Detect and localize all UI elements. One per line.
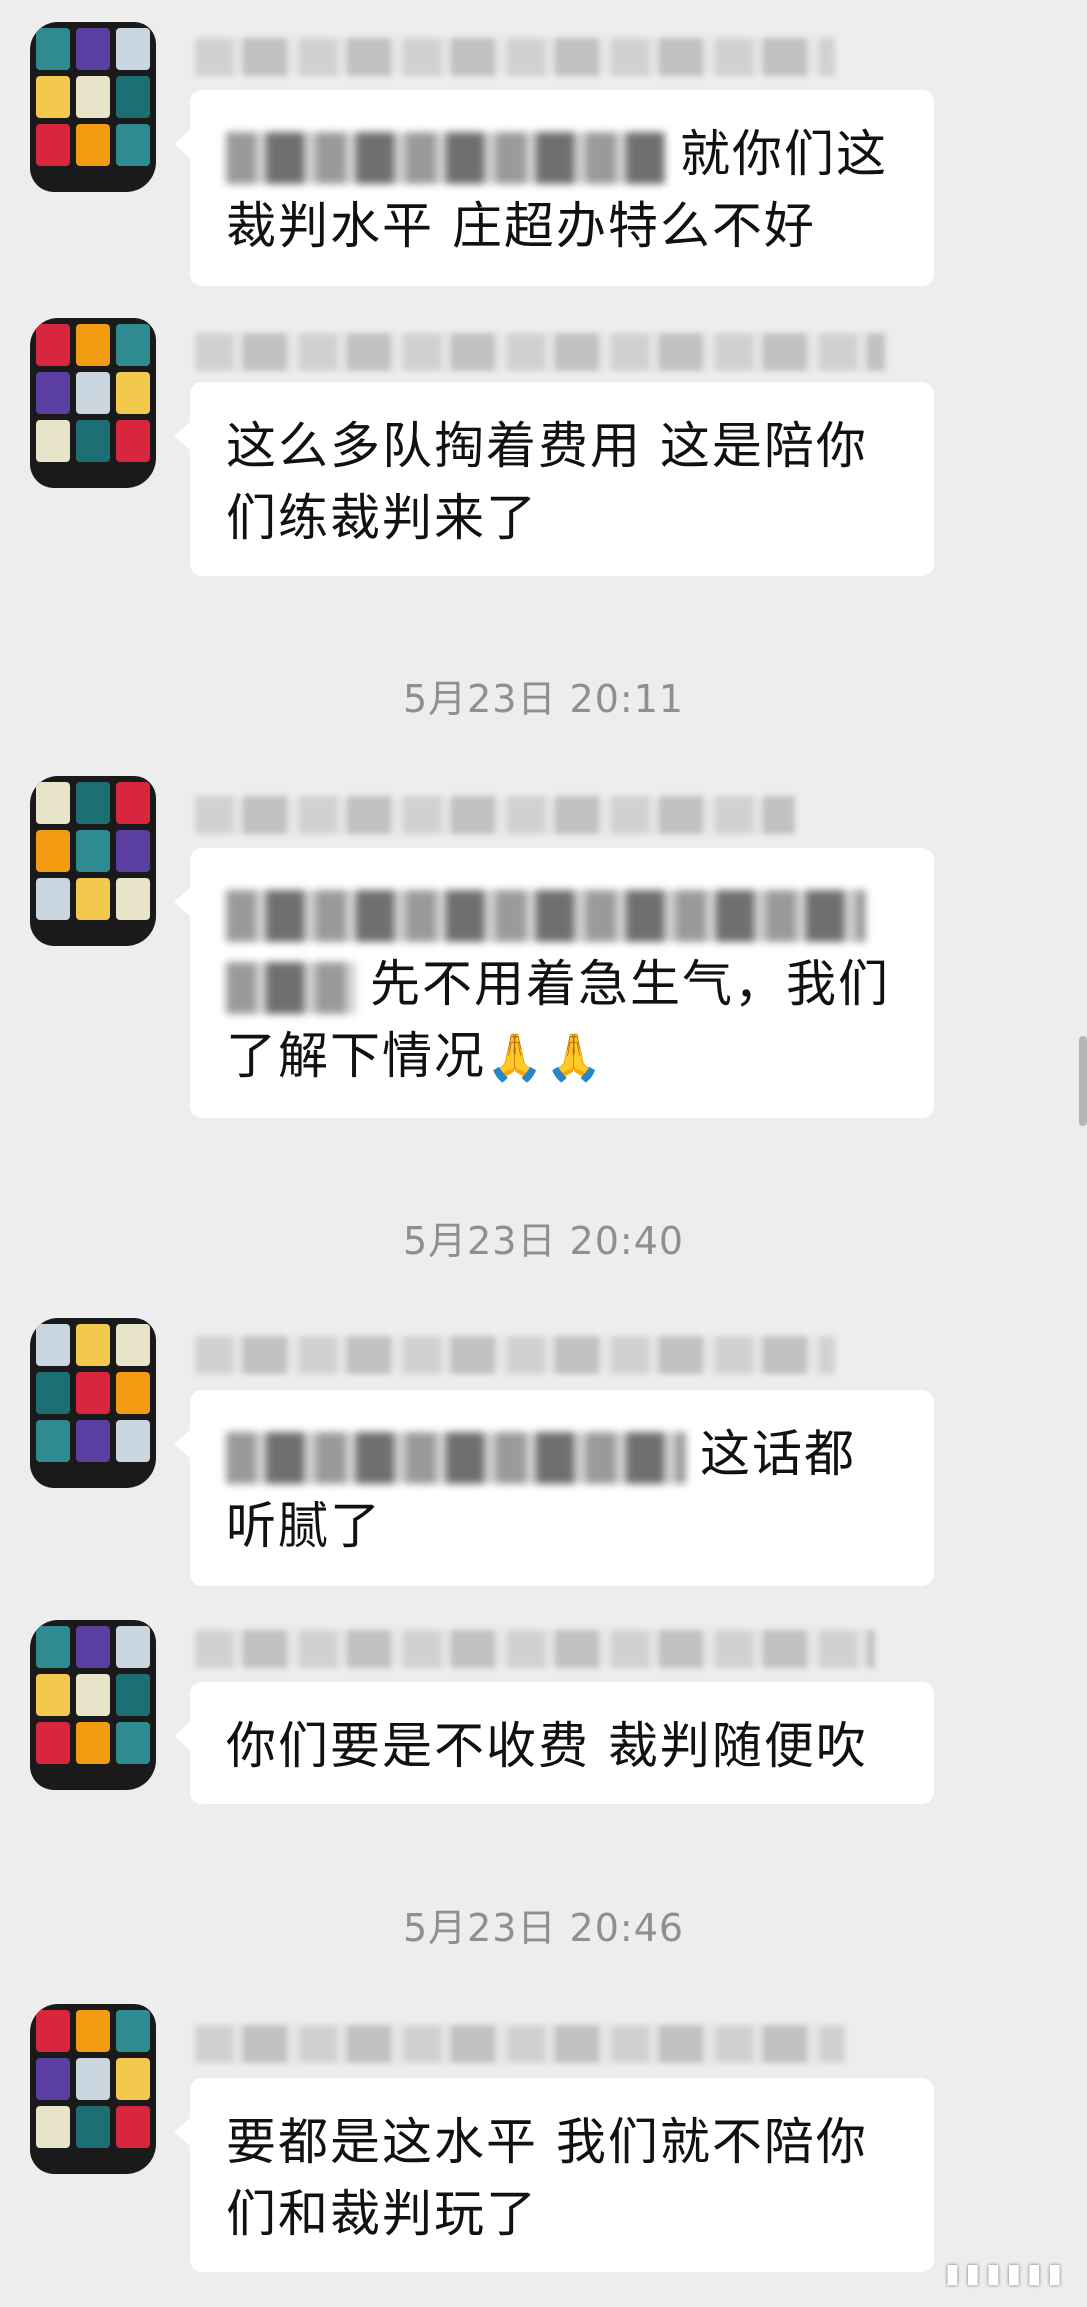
avatar-tile [76, 782, 110, 824]
redacted-mention [226, 131, 666, 184]
avatar-tile [76, 324, 110, 366]
avatar-tile [36, 124, 70, 166]
message-bubble[interactable]: 你们要是不收费 裁判随便吹 [174, 1682, 934, 1804]
avatar-tiles [30, 1620, 156, 1790]
avatar-tile [36, 1324, 70, 1366]
avatar-tile [116, 420, 150, 462]
message-text: 你们要是不收费 裁判随便吹 [226, 1717, 868, 1775]
avatar-tile [36, 1674, 70, 1716]
redacted-mention [226, 961, 356, 1014]
avatar-tile [116, 1372, 150, 1414]
avatar-tile [116, 878, 150, 920]
sender-name-blurred [195, 333, 885, 371]
timestamp: 5月23日 20:40 [402, 1219, 685, 1263]
avatar-tile [76, 2106, 110, 2148]
avatar-tile [36, 2106, 70, 2148]
avatar-tile [116, 1674, 150, 1716]
avatar-tile [36, 782, 70, 824]
avatar-tile [36, 76, 70, 118]
redacted-mention [226, 1431, 686, 1484]
avatar-tile [76, 2058, 110, 2100]
avatar-tile [36, 1420, 70, 1462]
avatar-tile [36, 1722, 70, 1764]
avatar-tile [76, 28, 110, 70]
message-bubble[interactable]: 要都是这水平 我们就不陪你们和裁判玩了 [174, 2078, 934, 2272]
pray-hands-icon: 🙏🙏 [486, 1030, 605, 1084]
avatar-tile [116, 28, 150, 70]
avatar-tile [116, 1420, 150, 1462]
avatar-tile [76, 1324, 110, 1366]
sender-name-blurred [195, 1630, 875, 1668]
timestamp: 5月23日 20:46 [402, 1906, 685, 1950]
sender-name-blurred [195, 38, 835, 76]
avatar-tile [116, 76, 150, 118]
timestamp: 5月23日 20:11 [402, 677, 685, 721]
avatar-tile [116, 2058, 150, 2100]
avatar-tile [36, 324, 70, 366]
avatar-tile [116, 124, 150, 166]
avatar-tile [76, 2010, 110, 2052]
avatar-tile [116, 830, 150, 872]
avatar-tile [76, 1674, 110, 1716]
avatar-tile [36, 1372, 70, 1414]
message-bubble[interactable]: 这么多队掏着费用 这是陪你们练裁判来了 [174, 382, 934, 576]
avatar-tile [76, 1722, 110, 1764]
avatar-tile [36, 1626, 70, 1668]
avatar-tile [36, 2010, 70, 2052]
avatar-tile [116, 2010, 150, 2052]
avatar[interactable] [30, 318, 156, 488]
avatar[interactable] [30, 2004, 156, 2174]
avatar-tile [76, 878, 110, 920]
avatar-tile [76, 76, 110, 118]
avatar-tile [116, 324, 150, 366]
avatar-tiles [30, 2004, 156, 2174]
redacted-mention [226, 889, 866, 942]
sender-name-blurred [195, 796, 795, 834]
avatar-tile [36, 28, 70, 70]
avatar-tile [116, 1722, 150, 1764]
watermark-logo-icon: ▮▮▮▮▮▮ [942, 2253, 1065, 2293]
avatar-tile [36, 2058, 70, 2100]
avatar-tile [76, 420, 110, 462]
avatar[interactable] [30, 776, 156, 946]
avatar-tile [76, 1420, 110, 1462]
message-text: 要都是这水平 我们就不陪你们和裁判玩了 [226, 2113, 868, 2243]
avatar-tile [116, 782, 150, 824]
message-bubble[interactable]: 先不用着急生气，我们了解下情况🙏🙏 [174, 848, 934, 1118]
avatar-tile [76, 1372, 110, 1414]
avatar-tile [76, 1626, 110, 1668]
message-bubble[interactable]: 就你们这裁判水平 庄超办特么不好 [174, 90, 934, 286]
sender-name-blurred [195, 1336, 835, 1374]
avatar-tiles [30, 318, 156, 488]
avatar-tile [36, 878, 70, 920]
avatar[interactable] [30, 1318, 156, 1488]
message-bubble[interactable]: 这话都听腻了 [174, 1390, 934, 1586]
avatar-tiles [30, 1318, 156, 1488]
avatar-tile [76, 372, 110, 414]
avatar-tile [116, 2106, 150, 2148]
avatar-tile [116, 1324, 150, 1366]
avatar-tile [76, 124, 110, 166]
sender-name-blurred [195, 2025, 845, 2063]
avatar-tile [76, 830, 110, 872]
avatar[interactable] [30, 1620, 156, 1790]
scrollbar[interactable] [1079, 1036, 1087, 1126]
avatar-tile [36, 372, 70, 414]
avatar-tile [116, 372, 150, 414]
avatar-tile [36, 830, 70, 872]
avatar[interactable] [30, 22, 156, 192]
avatar-tiles [30, 22, 156, 192]
avatar-tile [116, 1626, 150, 1668]
avatar-tiles [30, 776, 156, 946]
avatar-tile [36, 420, 70, 462]
message-text: 这么多队掏着费用 这是陪你们练裁判来了 [226, 417, 868, 547]
